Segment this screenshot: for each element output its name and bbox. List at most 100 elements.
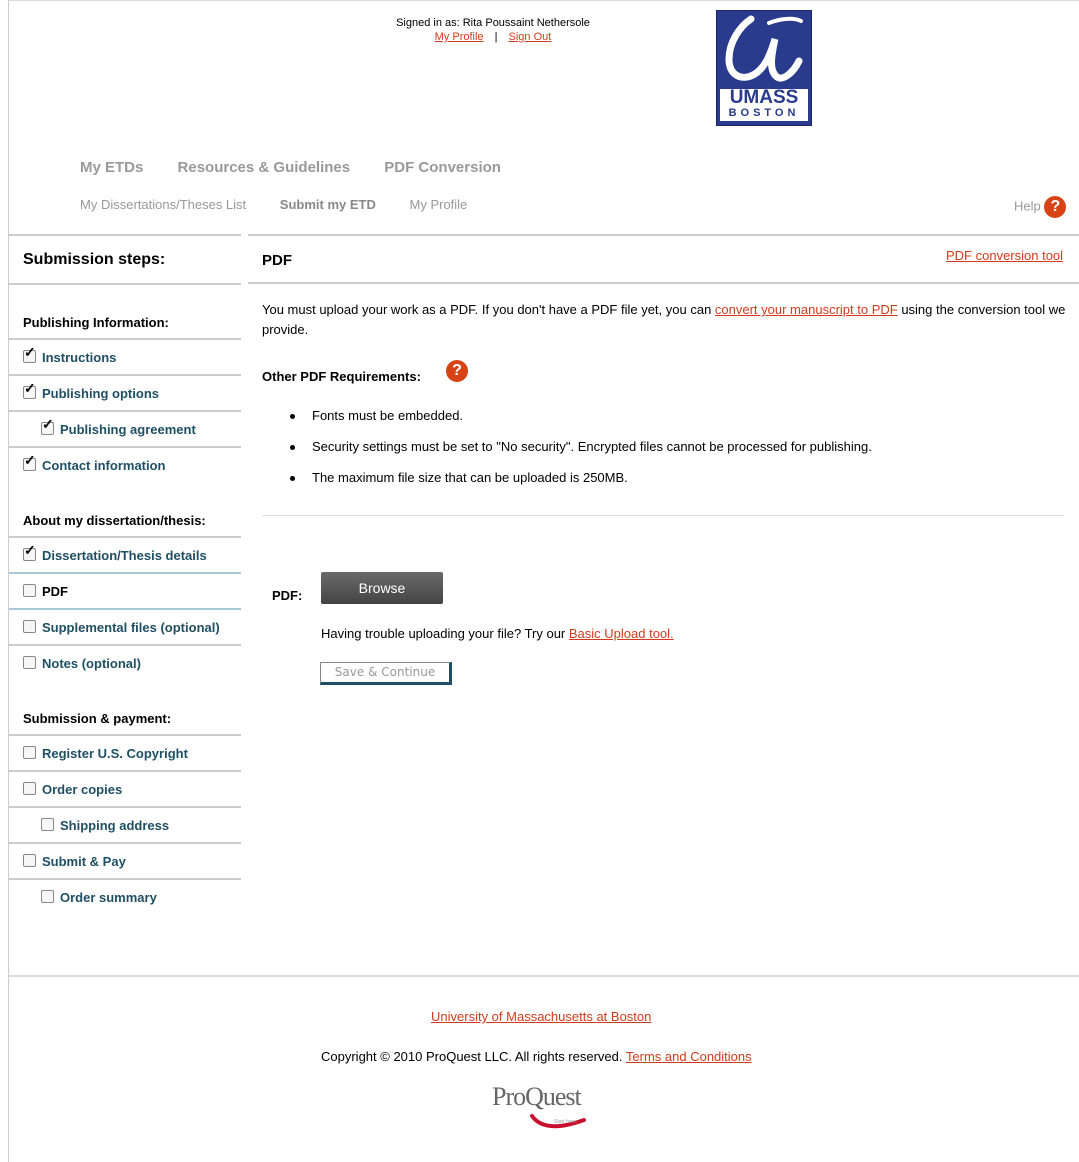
nav-resources-guidelines[interactable]: Resources & Guidelines	[178, 159, 351, 176]
secondary-nav: My Dissertations/Theses List Submit my E…	[80, 197, 497, 212]
checkbox-empty-icon	[23, 746, 36, 759]
question-icon[interactable]: ?	[1044, 196, 1067, 218]
intro-text-start: You must upload your work as a PDF. If y…	[262, 302, 715, 317]
step-shipping-address[interactable]: Shipping address	[41, 818, 169, 833]
divider	[9, 446, 241, 448]
divider	[9, 878, 241, 880]
divider	[9, 338, 241, 340]
divider	[9, 283, 241, 285]
question-icon[interactable]: ?	[446, 360, 468, 382]
divider	[9, 806, 241, 808]
page-title: PDF	[262, 252, 292, 269]
step-label: Order copies	[42, 782, 123, 797]
step-publishing-agreement[interactable]: Publishing agreement	[41, 416, 196, 437]
my-profile-link[interactable]: My Profile	[435, 31, 484, 43]
step-label: Publishing options	[42, 386, 159, 401]
divider	[9, 536, 241, 538]
divider	[9, 374, 241, 376]
checkbox-empty-icon	[41, 818, 54, 831]
step-pdf[interactable]: PDF	[23, 584, 68, 599]
step-label: Notes (optional)	[42, 656, 141, 671]
checkbox-empty-icon	[23, 782, 36, 795]
umass-u-mark-icon	[725, 15, 803, 82]
divider	[9, 234, 241, 236]
step-label: Register U.S. Copyright	[42, 746, 188, 761]
step-label: Order summary	[60, 890, 157, 905]
nav-pdf-conversion[interactable]: PDF Conversion	[384, 159, 501, 176]
step-label: Publishing agreement	[60, 422, 196, 437]
logo-umass-text: UMASS	[729, 87, 799, 108]
nav-dissertations-list[interactable]: My Dissertations/Theses List	[80, 197, 246, 212]
help-label: Help	[1014, 198, 1041, 214]
footer-divider	[9, 975, 1079, 977]
sign-out-link[interactable]: Sign Out	[509, 31, 552, 43]
convert-manuscript-link[interactable]: convert your manuscript to PDF	[715, 302, 898, 317]
section-submission-payment: Submission & payment:	[23, 711, 172, 726]
checkbox-checked-icon	[23, 344, 36, 363]
university-link[interactable]: University of Massachusetts at Boston	[431, 1009, 651, 1024]
nav-submit-etd[interactable]: Submit my ETD	[280, 197, 376, 212]
primary-nav: My ETDs Resources & Guidelines PDF Conve…	[80, 159, 531, 176]
logo-boston-text: BOSTON	[728, 107, 800, 119]
step-publishing-options[interactable]: Publishing options	[23, 380, 159, 401]
nav-my-etds[interactable]: My ETDs	[80, 159, 143, 176]
browse-button[interactable]: Browse	[321, 572, 443, 604]
step-register-copyright[interactable]: Register U.S. Copyright	[23, 746, 188, 761]
pdf-conversion-tool-link[interactable]: PDF conversion tool	[946, 248, 1063, 263]
step-label: Contact information	[42, 458, 166, 473]
checkbox-checked-icon	[41, 416, 54, 435]
checkbox-empty-icon	[23, 584, 36, 597]
checkbox-empty-icon	[23, 656, 36, 669]
step-supplemental-files[interactable]: Supplemental files (optional)	[23, 620, 220, 635]
requirements-help[interactable]: ?	[446, 360, 468, 382]
divider	[248, 234, 1079, 236]
basic-upload-link[interactable]: Basic Upload tool.	[569, 626, 674, 641]
list-item: Fonts must be embedded.	[290, 408, 872, 439]
trouble-label: Having trouble uploading your file? Try …	[321, 626, 569, 641]
divider	[9, 644, 241, 646]
step-label: PDF	[42, 584, 68, 599]
upload-trouble-text: Having trouble uploading your file? Try …	[321, 626, 674, 641]
step-order-summary[interactable]: Order summary	[41, 890, 157, 905]
requirements-list: Fonts must be embedded. Security setting…	[290, 408, 872, 501]
copyright-text: Copyright © 2010 ProQuest LLC. All right…	[321, 1049, 752, 1064]
step-order-copies[interactable]: Order copies	[23, 782, 122, 797]
help-link[interactable]: Help ?	[1014, 196, 1067, 218]
divider	[9, 770, 241, 772]
step-label: Shipping address	[60, 818, 170, 833]
checkbox-empty-icon	[23, 620, 36, 633]
divider	[9, 734, 241, 736]
copyright-label: Copyright © 2010 ProQuest LLC. All right…	[321, 1049, 623, 1064]
save-continue-button[interactable]: Save & Continue	[320, 662, 452, 685]
checkbox-checked-icon	[23, 452, 36, 471]
step-contact-information[interactable]: Contact information	[23, 452, 166, 473]
terms-link[interactable]: Terms and Conditions	[626, 1049, 752, 1064]
signed-in-text: Signed in as: Rita Poussaint Nethersole	[396, 17, 590, 29]
divider	[262, 515, 1064, 516]
submission-steps-title: Submission steps:	[23, 251, 166, 268]
step-label: Dissertation/Thesis details	[42, 548, 207, 563]
step-submit-pay[interactable]: Submit & Pay	[23, 854, 126, 869]
divider	[9, 572, 241, 574]
step-label: Submit & Pay	[42, 854, 126, 869]
section-about-dissertation: About my dissertation/thesis:	[23, 513, 206, 528]
intro-text: You must upload your work as a PDF. If y…	[262, 300, 1068, 340]
checkbox-checked-icon	[23, 542, 36, 561]
umass-boston-logo: UMASS BOSTON	[716, 10, 812, 126]
section-publishing-information: Publishing Information:	[23, 315, 169, 330]
divider	[248, 282, 1079, 284]
checkbox-empty-icon	[23, 854, 36, 867]
link-separator: |	[494, 31, 498, 43]
divider	[9, 842, 241, 844]
list-item: Security settings must be set to "No sec…	[290, 439, 872, 470]
signed-in-panel: Signed in as: Rita Poussaint Nethersole …	[390, 17, 596, 43]
proquest-wordmark: ProQuest	[492, 1082, 582, 1111]
requirements-heading: Other PDF Requirements:	[262, 369, 421, 384]
step-notes[interactable]: Notes (optional)	[23, 656, 141, 671]
divider	[9, 410, 241, 412]
nav-my-profile[interactable]: My Profile	[410, 197, 468, 212]
proquest-tagline: Start here.	[554, 1119, 578, 1125]
step-dissertation-details[interactable]: Dissertation/Thesis details	[23, 542, 207, 563]
step-instructions[interactable]: Instructions	[23, 344, 117, 365]
step-label: Instructions	[42, 350, 117, 365]
